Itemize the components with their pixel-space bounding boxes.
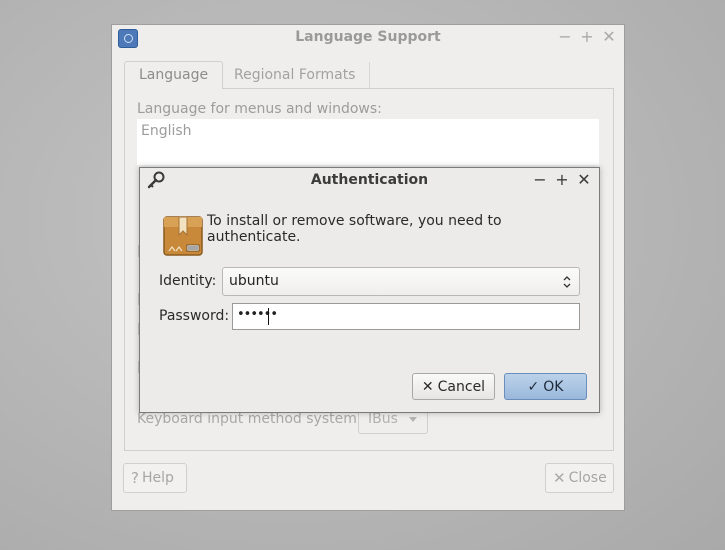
- list-item[interactable]: English: [141, 123, 192, 139]
- keyboard-input-label: Keyboard input method system:: [137, 411, 362, 427]
- authentication-message: To install or remove software, you need …: [207, 213, 502, 245]
- check-icon: ✓: [527, 378, 540, 395]
- authentication-dialog: Authentication − + ✕ To install or remov…: [139, 167, 600, 413]
- updown-arrows-icon: [563, 276, 571, 288]
- close-button[interactable]: ✕ Close: [545, 463, 614, 493]
- tab-language[interactable]: Language: [124, 61, 224, 89]
- password-field[interactable]: ••••••: [232, 303, 580, 330]
- help-label: Help: [141, 470, 174, 486]
- window-title: Language Support: [295, 29, 441, 45]
- password-label: Password:: [159, 308, 230, 324]
- ok-label: OK: [543, 378, 564, 395]
- maximize-button[interactable]: +: [553, 170, 571, 190]
- window-close-button[interactable]: ✕: [600, 27, 618, 47]
- identity-label: Identity:: [159, 273, 217, 289]
- x-icon: ✕: [553, 469, 566, 487]
- identity-value: ubuntu: [229, 273, 279, 289]
- cancel-button[interactable]: ✕ Cancel: [412, 373, 495, 400]
- identity-combo[interactable]: ubuntu: [222, 267, 580, 296]
- package-icon: [163, 216, 203, 256]
- password-value: ••••••: [237, 307, 278, 322]
- maximize-button[interactable]: +: [578, 27, 596, 47]
- keyboard-input-value: IBus: [368, 411, 398, 427]
- tab-regional-formats[interactable]: Regional Formats: [220, 62, 371, 88]
- language-list[interactable]: English: [137, 119, 599, 165]
- help-button[interactable]: ? Help: [123, 463, 187, 493]
- question-icon: ?: [131, 469, 139, 487]
- language-support-titlebar[interactable]: Language Support − + ✕: [112, 25, 624, 51]
- cancel-label: Cancel: [437, 378, 486, 395]
- close-label: Close: [568, 470, 607, 486]
- language-list-label: Language for menus and windows:: [137, 101, 382, 117]
- dropdown-arrow-icon: [409, 417, 417, 422]
- text-caret: [268, 308, 269, 325]
- ok-button[interactable]: ✓ OK: [504, 373, 587, 400]
- minimize-button[interactable]: −: [531, 170, 549, 190]
- authentication-titlebar[interactable]: Authentication − + ✕: [140, 168, 599, 194]
- x-icon: ✕: [421, 378, 434, 395]
- dialog-close-button[interactable]: ✕: [575, 170, 593, 190]
- minimize-button[interactable]: −: [556, 27, 574, 47]
